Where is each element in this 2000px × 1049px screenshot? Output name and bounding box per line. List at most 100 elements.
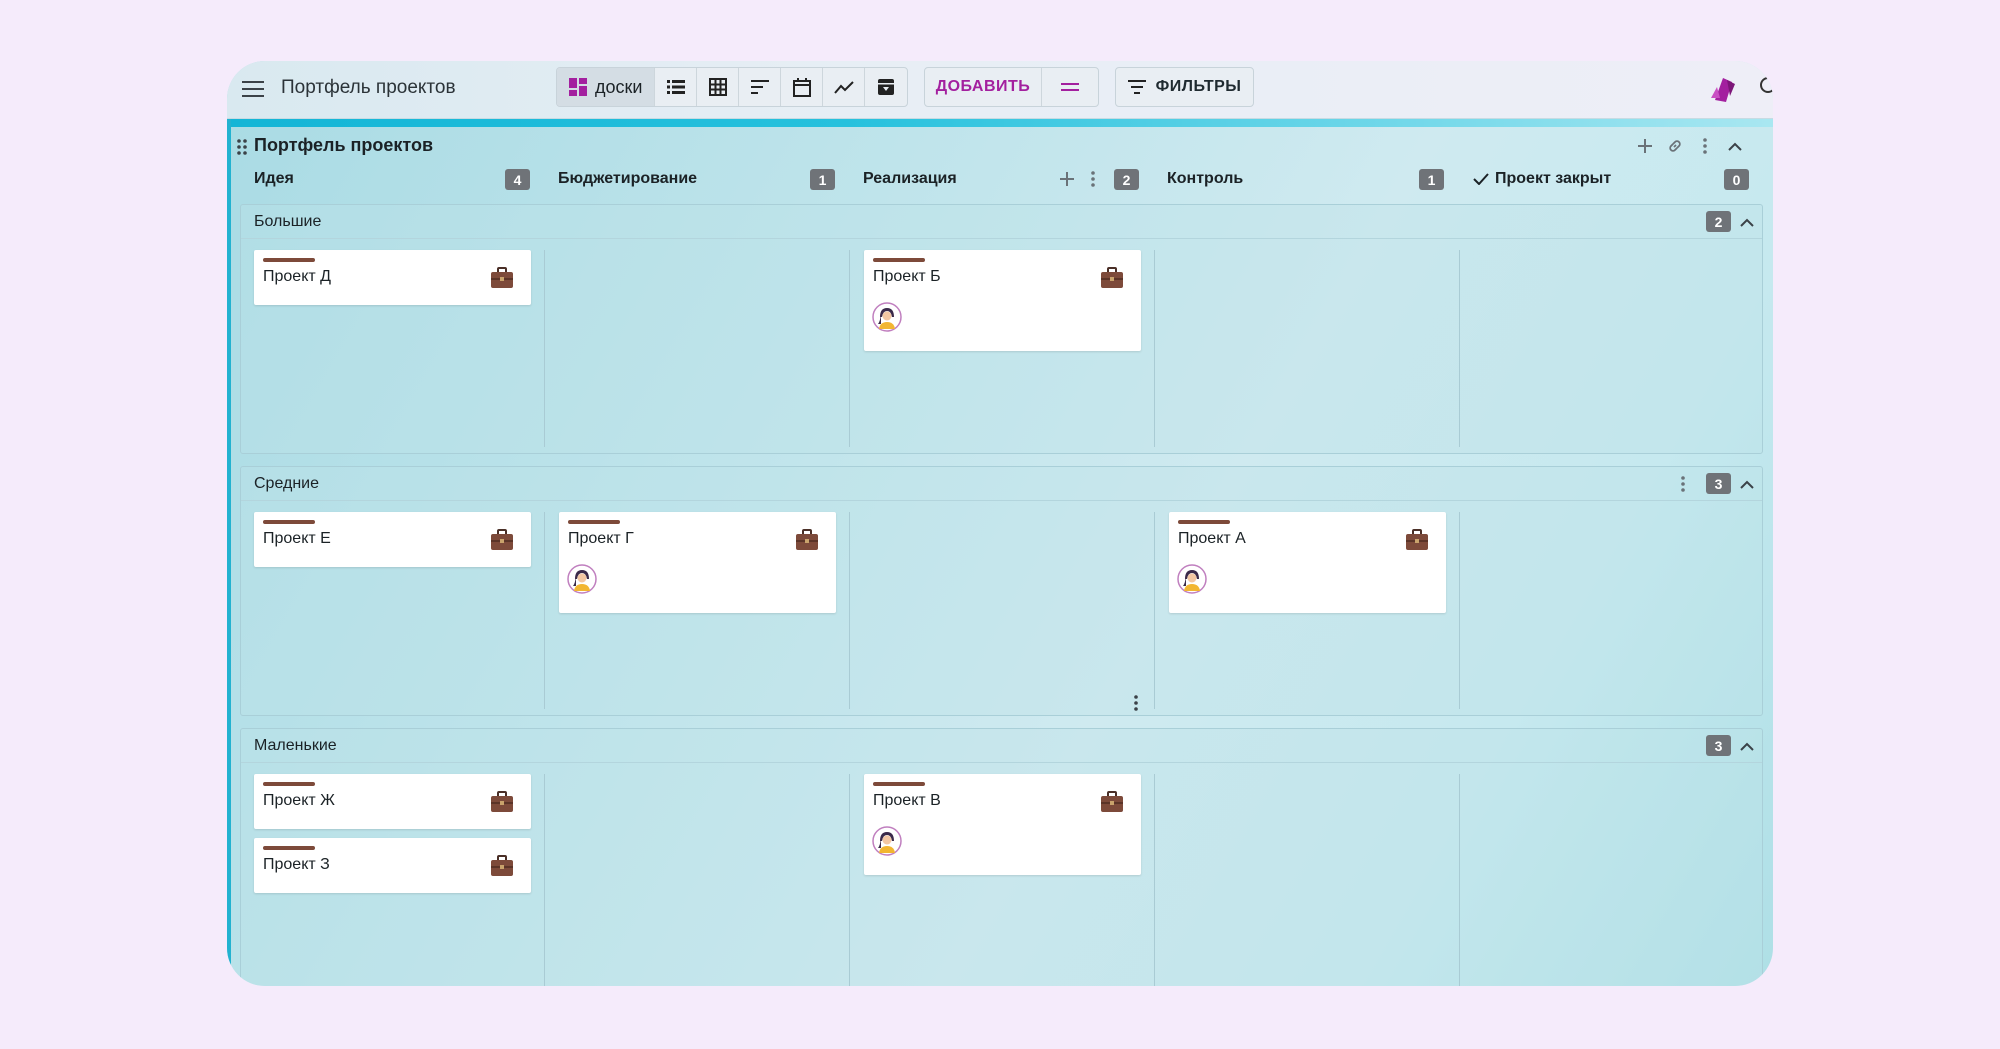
- briefcase-icon: [796, 529, 818, 550]
- card-title: Проект Д: [263, 268, 331, 285]
- view-table-button[interactable]: [697, 68, 740, 106]
- swimlane-count-badge: 3: [1706, 473, 1731, 494]
- card-color-bar: [568, 520, 620, 524]
- chevron-up-icon[interactable]: [1736, 211, 1758, 233]
- swimlane-header[interactable]: Большие 2: [241, 205, 1762, 239]
- hamburger-menu-icon[interactable]: [239, 75, 267, 103]
- user-avatar-icon[interactable]: [567, 564, 597, 594]
- swimlane-header[interactable]: Маленькие 3: [241, 729, 1762, 763]
- archive-icon: [878, 79, 895, 95]
- view-boards-button[interactable]: доски: [557, 68, 656, 106]
- view-calendar-button[interactable]: [781, 68, 824, 106]
- card-title: Проект Г: [568, 530, 634, 547]
- app-logo-icon: [1708, 74, 1738, 104]
- card-color-bar: [263, 258, 315, 262]
- app-window: Портфель проектов доски ДОБАВИТЬ ФИЛЬТРЫ…: [227, 61, 1773, 986]
- column-more-icon[interactable]: [1086, 169, 1100, 189]
- column-title: Реализация: [863, 170, 957, 187]
- column-divider: [1154, 774, 1155, 986]
- project-card[interactable]: Проект Г: [559, 512, 836, 613]
- sort-lines-icon: [750, 80, 769, 94]
- user-avatar-icon[interactable]: [872, 302, 902, 332]
- project-card[interactable]: Проект Б: [864, 250, 1141, 351]
- column-divider: [849, 250, 850, 447]
- left-accent-strip: [227, 119, 231, 986]
- table-icon: [708, 78, 727, 96]
- board-more-button[interactable]: [1692, 133, 1718, 159]
- card-color-bar: [263, 520, 315, 524]
- view-list-button[interactable]: [655, 68, 698, 106]
- search-icon[interactable]: [1758, 75, 1773, 99]
- card-title: Проект Ж: [263, 792, 335, 809]
- view-switcher: доски: [556, 67, 909, 107]
- project-card[interactable]: Проект Д: [254, 250, 531, 305]
- column-divider: [544, 250, 545, 447]
- column-count-badge: 1: [1419, 169, 1444, 190]
- project-card[interactable]: Проект А: [1169, 512, 1446, 613]
- project-card[interactable]: Проект В: [864, 774, 1141, 875]
- column-count-badge: 0: [1724, 169, 1749, 190]
- list-icon: [666, 80, 685, 94]
- filter-icon: [1127, 80, 1146, 94]
- more-vertical-icon[interactable]: [1676, 473, 1690, 495]
- user-avatar-icon[interactable]: [872, 826, 902, 856]
- view-gantt-button[interactable]: [739, 68, 782, 106]
- card-color-bar: [1178, 520, 1230, 524]
- user-avatar-icon[interactable]: [1177, 564, 1207, 594]
- swimlane-header[interactable]: Средние 3: [241, 467, 1762, 501]
- column-divider: [544, 512, 545, 709]
- board-link-button[interactable]: [1662, 133, 1688, 159]
- column-count-badge: 1: [810, 169, 835, 190]
- add-button-group: ДОБАВИТЬ: [924, 67, 1099, 107]
- column-title: Проект закрыт: [1495, 170, 1612, 187]
- accent-line: [227, 119, 1773, 127]
- board-collapse-button[interactable]: [1722, 133, 1748, 159]
- swimlane-title: Маленькие: [254, 737, 337, 754]
- column-divider: [1154, 250, 1155, 447]
- swimlane-small: Маленькие 3 Проект Ж Проект З Проект В: [240, 728, 1763, 986]
- column-divider: [1154, 512, 1155, 709]
- column-title: Контроль: [1167, 170, 1244, 187]
- cell-more-icon[interactable]: [1126, 690, 1146, 716]
- board-add-button[interactable]: [1632, 133, 1658, 159]
- add-options-button[interactable]: [1042, 68, 1098, 106]
- column-divider: [849, 774, 850, 986]
- card-title: Проект Б: [873, 268, 941, 285]
- card-color-bar: [263, 782, 315, 786]
- swimlane-title: Средние: [254, 475, 320, 492]
- view-archive-button[interactable]: [865, 68, 907, 106]
- trend-line-icon: [834, 81, 854, 94]
- swimlane-count-badge: 2: [1706, 211, 1731, 232]
- chevron-up-icon[interactable]: [1736, 735, 1758, 757]
- view-chart-button[interactable]: [823, 68, 866, 106]
- briefcase-icon: [491, 855, 513, 876]
- column-divider: [1459, 512, 1460, 709]
- card-color-bar: [873, 782, 925, 786]
- chevron-up-icon[interactable]: [1736, 473, 1758, 495]
- top-toolbar: Портфель проектов доски ДОБАВИТЬ ФИЛЬТРЫ: [227, 61, 1773, 119]
- briefcase-icon: [1101, 791, 1123, 812]
- column-add-icon[interactable]: [1057, 169, 1077, 189]
- column-count-badge: 2: [1114, 169, 1139, 190]
- column-header-implementation[interactable]: Реализация: [863, 166, 957, 192]
- project-card[interactable]: Проект Ж: [254, 774, 531, 829]
- card-color-bar: [873, 258, 925, 262]
- column-header-control[interactable]: Контроль: [1167, 166, 1243, 192]
- project-card[interactable]: Проект З: [254, 838, 531, 893]
- column-header-budgeting[interactable]: Бюджетирование: [558, 166, 697, 192]
- board-title: Портфель проектов: [254, 135, 434, 155]
- column-header-idea[interactable]: Идея: [254, 166, 294, 192]
- project-card[interactable]: Проект Е: [254, 512, 531, 567]
- drag-handle-icon[interactable]: [235, 138, 249, 156]
- app-title: Портфель проектов: [281, 77, 456, 98]
- column-header-closed[interactable]: Проект закрыт: [1473, 166, 1611, 192]
- swimlane-medium: Средние 3 Проект Е Проект Г Проект А: [240, 466, 1763, 716]
- card-title: Проект В: [873, 792, 941, 809]
- card-title: Проект А: [1178, 530, 1246, 547]
- briefcase-icon: [491, 529, 513, 550]
- add-button[interactable]: ДОБАВИТЬ: [925, 68, 1042, 106]
- swimlane-large: Большие 2 Проект Д Проект Б: [240, 204, 1763, 454]
- filters-button[interactable]: ФИЛЬТРЫ: [1115, 67, 1254, 107]
- calendar-icon: [792, 77, 811, 97]
- view-boards-label: доски: [595, 76, 643, 97]
